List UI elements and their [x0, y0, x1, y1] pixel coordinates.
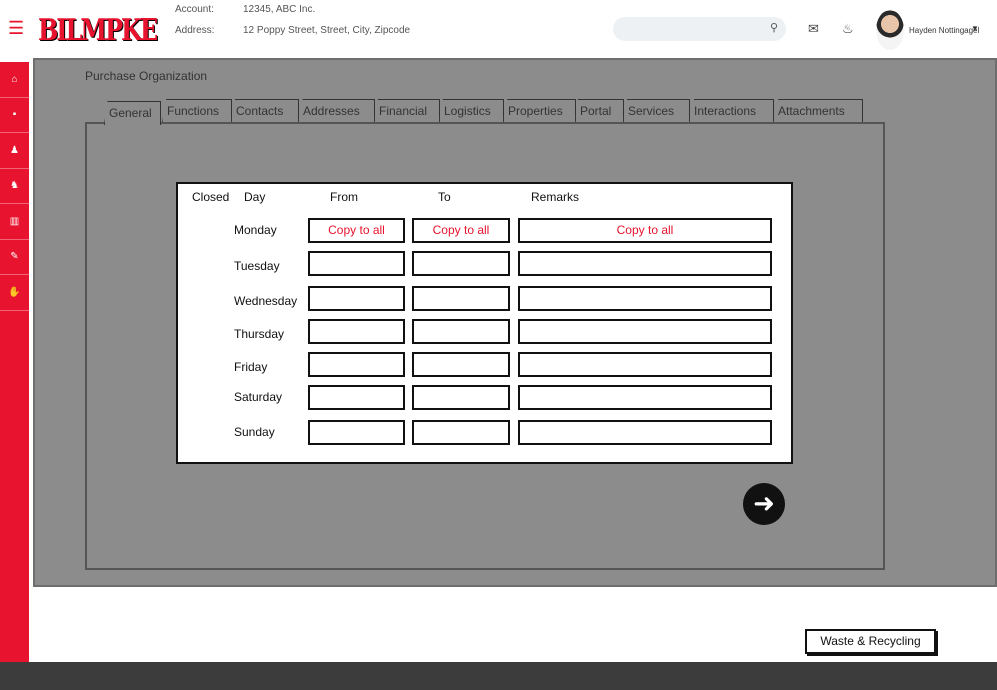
menu-icon[interactable]: ☰	[8, 19, 24, 37]
tab-general[interactable]: General	[104, 101, 161, 125]
remarks-input-saturday[interactable]	[518, 385, 772, 410]
sidebar-item-tools[interactable]: ✎	[0, 240, 29, 275]
account-value: 12345, ABC Inc.	[243, 4, 316, 15]
tab-financial[interactable]: Financial	[374, 99, 440, 123]
from-input-saturday[interactable]	[308, 385, 405, 410]
tab-addresses[interactable]: Addresses	[298, 99, 375, 123]
to-input-friday[interactable]	[412, 352, 510, 377]
to-header: To	[438, 190, 451, 204]
logo[interactable]: BILMPKE	[38, 11, 158, 47]
sidebar: ⌂ ▪ ♟ ♞ ▥ ✎ ✋	[0, 62, 29, 690]
top-header: ☰ BILMPKE Account: 12345, ABC Inc. Addre…	[0, 0, 997, 58]
username[interactable]: Hayden Nottingagel	[909, 26, 979, 35]
to-input-saturday[interactable]	[412, 385, 510, 410]
tab-logistics[interactable]: Logistics	[439, 99, 504, 123]
day-label-friday: Friday	[234, 360, 268, 374]
closed-header: Closed	[192, 190, 230, 204]
sidebar-item-chart[interactable]: ▥	[0, 204, 29, 240]
user-icon: ♟	[10, 144, 19, 156]
remarks-input-wednesday[interactable]	[518, 286, 772, 311]
mail-icon[interactable]: ✉	[808, 21, 819, 37]
sidebar-item-document[interactable]: ▪	[0, 98, 29, 133]
from-input-thursday[interactable]	[308, 319, 405, 344]
from-input-tuesday[interactable]	[308, 251, 405, 276]
app-page: ☰ BILMPKE Account: 12345, ABC Inc. Addre…	[0, 0, 997, 690]
next-arrow-button[interactable]: ➜	[743, 483, 785, 525]
tab-properties[interactable]: Properties	[503, 99, 576, 123]
account-label: Account:	[175, 4, 214, 15]
home-icon: ⌂	[11, 73, 18, 85]
users-icon: ♞	[10, 180, 19, 192]
search-icon[interactable]: ⚲	[770, 21, 778, 34]
tab-services[interactable]: Services	[623, 99, 690, 123]
sidebar-item-thumbs-up[interactable]: ✋	[0, 275, 29, 311]
sidebar-item-users[interactable]: ♞	[0, 169, 29, 204]
to-input-sunday[interactable]	[412, 420, 510, 445]
to-input-wednesday[interactable]	[412, 286, 510, 311]
address-label: Address:	[175, 25, 215, 36]
footer-bar	[0, 662, 997, 690]
to-input-thursday[interactable]	[412, 319, 510, 344]
day-label-sunday: Sunday	[234, 425, 275, 439]
thumbs-up-icon: ✋	[8, 286, 21, 298]
from-header: From	[330, 190, 358, 204]
day-label-saturday: Saturday	[234, 390, 283, 404]
day-label-wednesday: Wednesday	[234, 294, 298, 308]
chart-icon: ▥	[9, 215, 20, 227]
remarks-header: Remarks	[531, 190, 580, 204]
to-input-monday[interactable]: Copy to all	[412, 218, 510, 243]
arrow-right-icon: ➜	[753, 488, 775, 518]
tab-contacts[interactable]: Contacts	[231, 99, 299, 123]
page-title: Purchase Organization	[85, 69, 208, 83]
waste-recycling-button[interactable]: Waste & Recycling	[805, 629, 936, 654]
from-input-monday[interactable]: Copy to all	[308, 218, 405, 243]
from-input-wednesday[interactable]	[308, 286, 405, 311]
tab-portal[interactable]: Portal	[575, 99, 624, 123]
bell-icon[interactable]: ♨	[842, 21, 854, 37]
remarks-input-thursday[interactable]	[518, 319, 772, 344]
from-input-friday[interactable]	[308, 352, 405, 377]
day-header: Day	[244, 190, 266, 204]
sidebar-item-user[interactable]: ♟	[0, 133, 29, 169]
tab-interactions[interactable]: Interactions	[689, 99, 774, 123]
tab-attachments[interactable]: Attachments	[773, 99, 863, 123]
remarks-input-tuesday[interactable]	[518, 251, 772, 276]
document-icon: ▪	[12, 109, 17, 121]
search-input[interactable]: ⚲	[613, 17, 786, 41]
address-value: 12 Poppy Street, Street, City, Zipcode	[243, 25, 411, 36]
day-label-tuesday: Tuesday	[234, 259, 280, 273]
tab-functions[interactable]: Functions	[162, 99, 232, 123]
tools-icon: ✎	[10, 251, 19, 263]
day-label-thursday: Thursday	[234, 327, 285, 341]
day-label-monday: Monday	[234, 223, 277, 237]
remarks-input-sunday[interactable]	[518, 420, 772, 445]
opening-hours-card: Closed Day From To Remarks Monday Copy t…	[176, 182, 793, 464]
remarks-input-friday[interactable]	[518, 352, 772, 377]
avatar[interactable]	[876, 10, 904, 50]
from-input-sunday[interactable]	[308, 420, 405, 445]
sidebar-item-home[interactable]: ⌂	[0, 62, 29, 98]
chevron-down-icon[interactable]: ▼	[971, 24, 979, 33]
remarks-input-monday[interactable]: Copy to all	[518, 218, 772, 243]
to-input-tuesday[interactable]	[412, 251, 510, 276]
